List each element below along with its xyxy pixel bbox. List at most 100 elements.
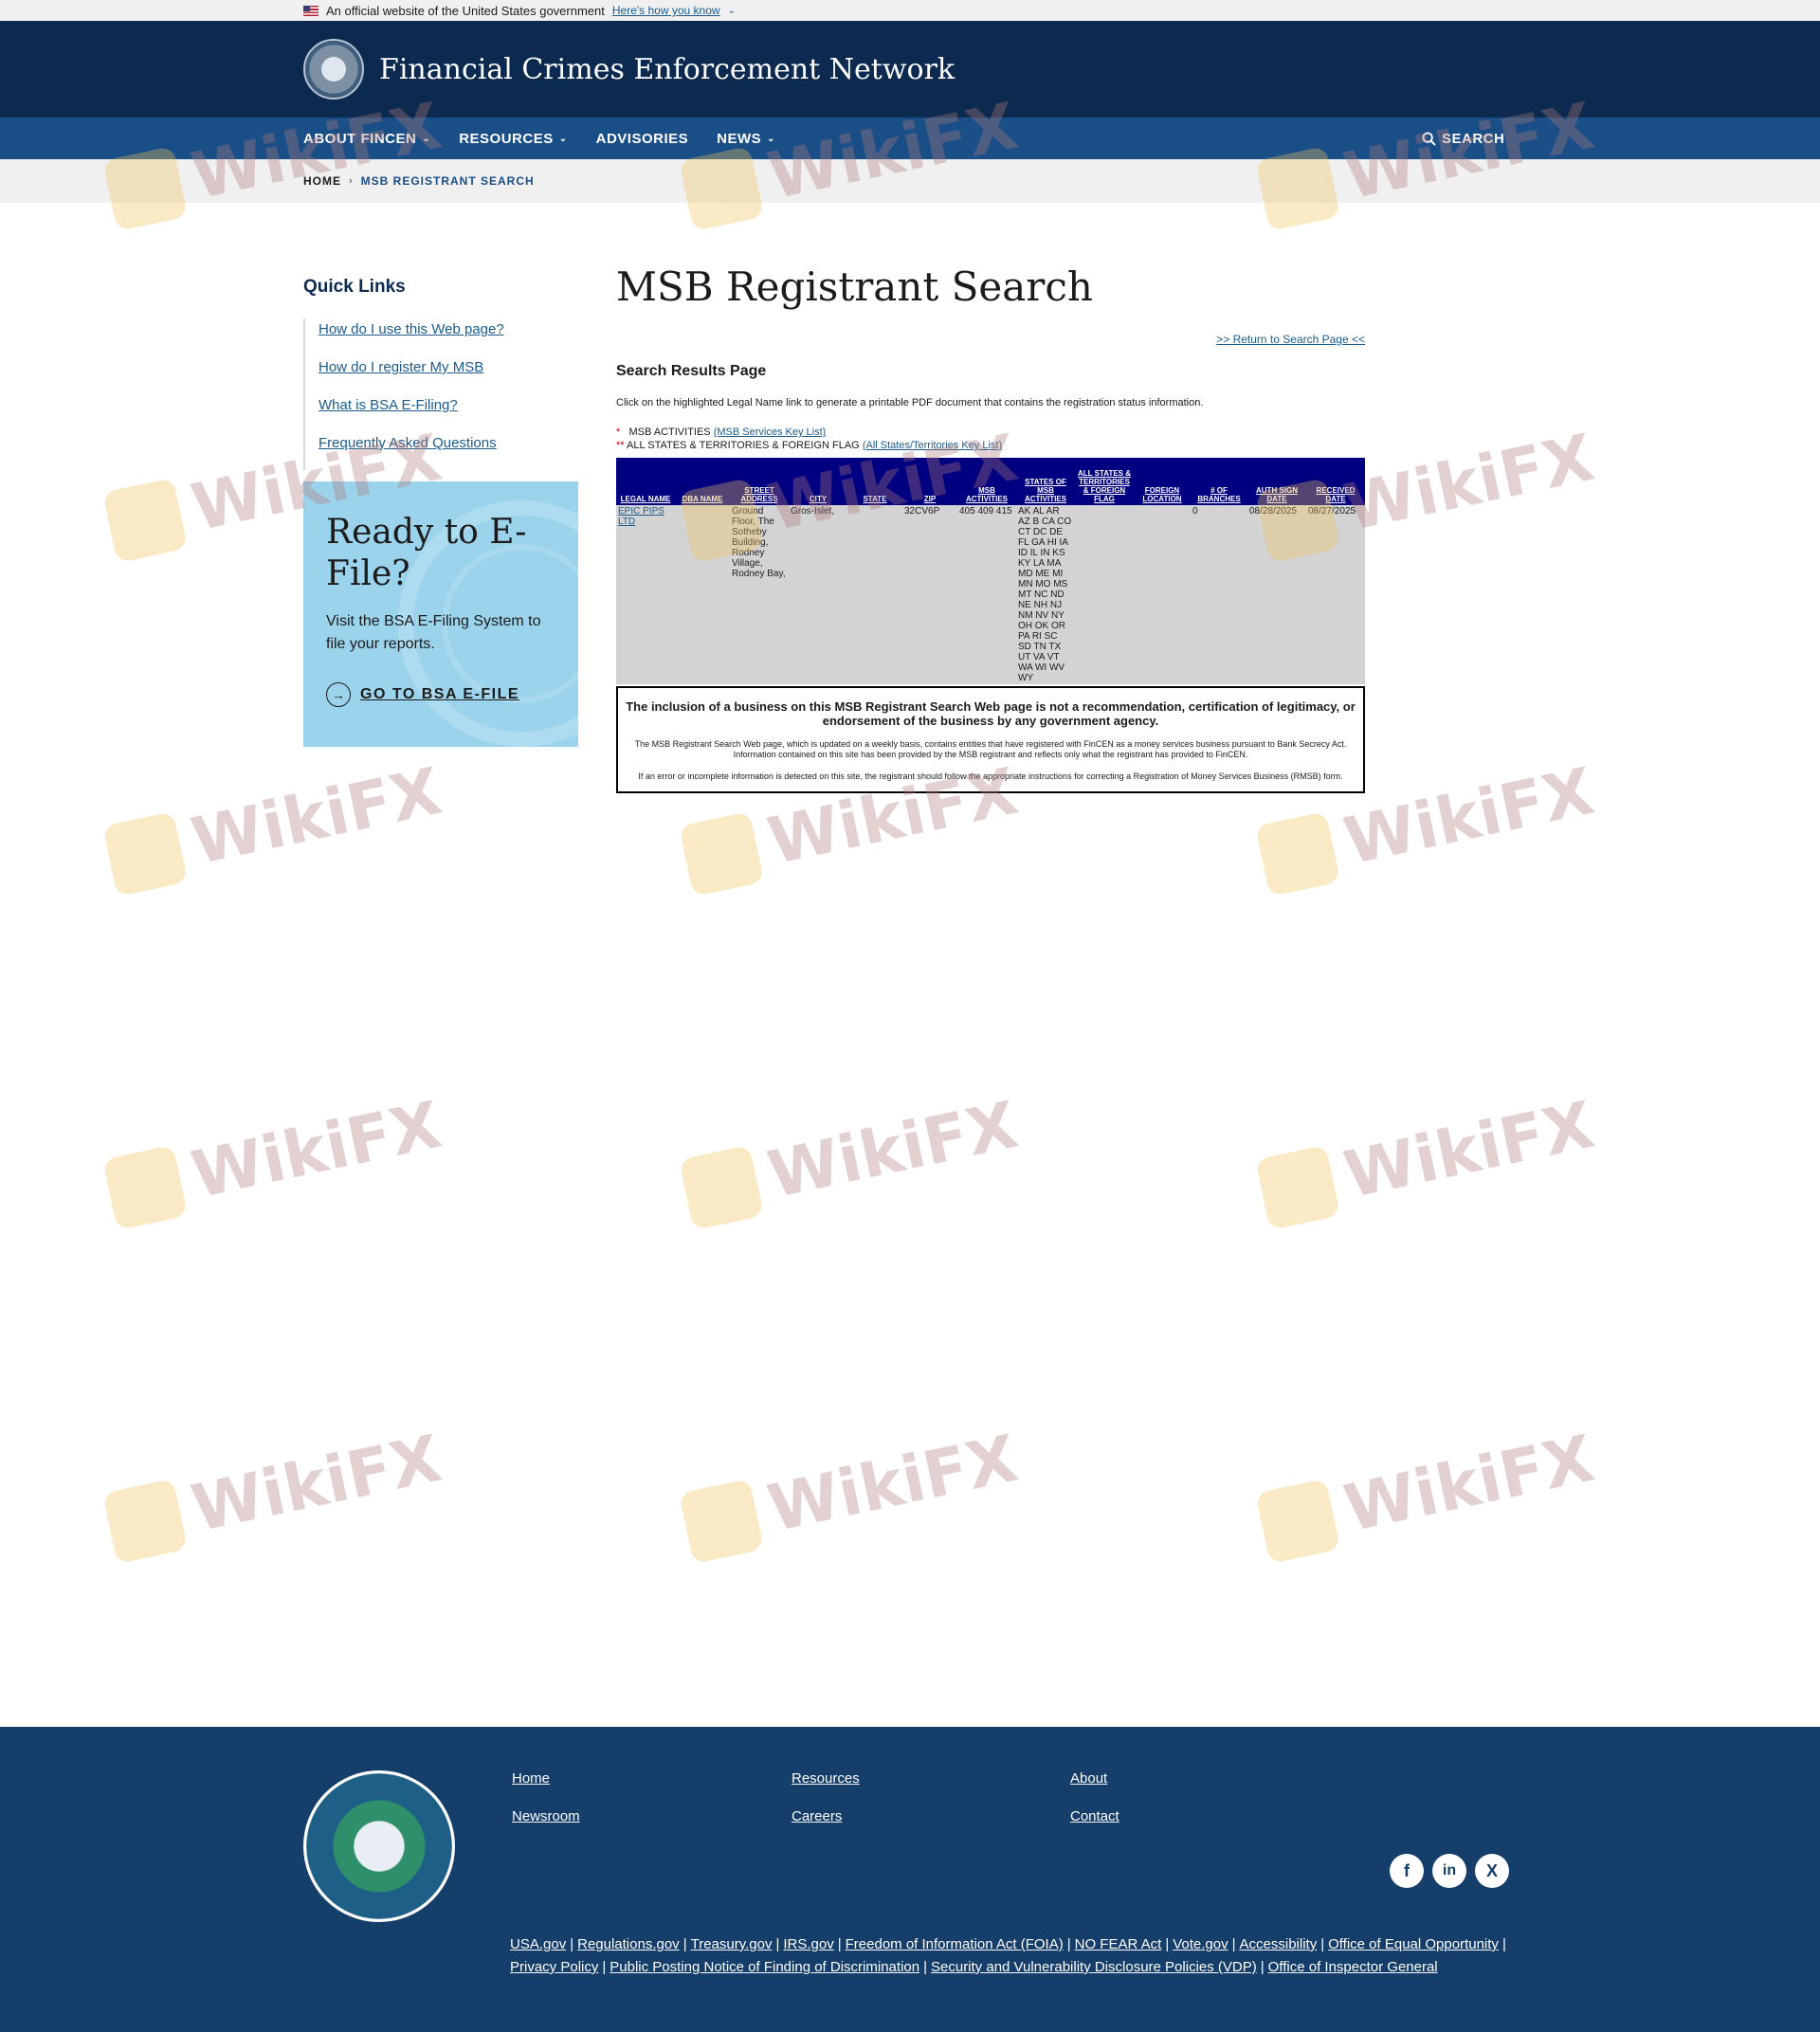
footer-link-irs-gov[interactable]: IRS.gov bbox=[783, 1936, 833, 1952]
facebook-icon[interactable]: f bbox=[1390, 1854, 1424, 1888]
quick-links-list: How do I use this Web page? How do I reg… bbox=[303, 318, 578, 470]
msb-services-key-link[interactable]: (MSB Services Key List) bbox=[714, 426, 827, 438]
x-twitter-icon[interactable]: X bbox=[1475, 1854, 1509, 1888]
official-gov-banner: An official website of the United States… bbox=[0, 0, 1820, 21]
quick-link-faq[interactable]: Frequently Asked Questions bbox=[318, 432, 578, 470]
footer-link-inspector-general[interactable]: Office of Inspector General bbox=[1268, 1959, 1438, 1975]
col-header-legal-name: LEGAL NAME bbox=[616, 458, 675, 505]
footer-link-foia[interactable]: Freedom of Information Act (FOIA) bbox=[846, 1936, 1064, 1952]
msb-activities-key: * MSB ACTIVITIES (MSB Services Key List) bbox=[616, 426, 1365, 439]
cell-received-date: 08/27/2025 bbox=[1306, 505, 1365, 684]
footer-link-newsroom[interactable]: Newsroom bbox=[512, 1808, 580, 1824]
return-to-search-link[interactable]: >> Return to Search Page << bbox=[616, 333, 1365, 346]
msb-activities-label: MSB ACTIVITIES bbox=[628, 426, 711, 438]
wikifx-logo-icon bbox=[678, 1478, 765, 1564]
results-title: Search Results Page bbox=[616, 363, 767, 379]
nav-news[interactable]: NEWS ⌄ bbox=[717, 131, 775, 147]
fincen-treasury-seal-logo[interactable] bbox=[303, 1770, 455, 1922]
footer-bottom-links: USA.gov | Regulations.gov | Treasury.gov | IRS… bbox=[510, 1936, 1506, 1975]
footer-link-regulations-gov[interactable]: Regulations.gov bbox=[577, 1936, 680, 1952]
footer-link-usa-gov[interactable]: USA.gov bbox=[510, 1936, 566, 1952]
nav-advisories[interactable]: ADVISORIES bbox=[596, 131, 689, 147]
wikifx-logo-icon bbox=[678, 810, 765, 897]
cell-states-of-activities: AK AL AR AZ B CA CO CT DC DE FL GA HI IA… bbox=[1016, 505, 1075, 684]
footer-link-home[interactable]: Home bbox=[512, 1770, 550, 1787]
table-header-row: LEGAL NAME DBA NAME STREET ADDRESS CITY … bbox=[616, 458, 1365, 505]
quick-link-bsa-efiling[interactable]: What is BSA E-Filing? bbox=[318, 394, 578, 432]
cell-dba-name bbox=[675, 505, 730, 684]
quick-link-use-page[interactable]: How do I use this Web page? bbox=[318, 318, 578, 356]
footer-link-careers[interactable]: Careers bbox=[792, 1808, 842, 1824]
footer-link-vote-gov[interactable]: Vote.gov bbox=[1173, 1936, 1228, 1952]
quick-links-sidebar: Quick Links How do I use this Web page? … bbox=[303, 277, 578, 747]
footer-link-resources[interactable]: Resources bbox=[792, 1770, 860, 1787]
footer-link-equal-opportunity[interactable]: Office of Equal Opportunity bbox=[1328, 1936, 1499, 1952]
wikifx-watermark: WikiFX bbox=[1254, 1422, 1600, 1565]
footer-link-vdp[interactable]: Security and Vulnerability Disclosure Po… bbox=[931, 1959, 1257, 1975]
breadcrumb: HOME › MSB REGISTRANT SEARCH bbox=[0, 159, 1820, 203]
all-states-key: ** ALL STATES & TERRITORIES & FOREIGN FL… bbox=[616, 439, 1365, 452]
wikifx-logo-icon bbox=[101, 810, 189, 897]
cell-legal-name: EPIC PIPS LTD bbox=[616, 505, 675, 684]
nav-about-fincen[interactable]: ABOUT FINCEN ⌄ bbox=[303, 131, 430, 147]
page-title: MSB Registrant Search bbox=[616, 263, 1093, 310]
footer-link-about[interactable]: About bbox=[1070, 1770, 1107, 1787]
site-footer: Home Newsroom Resources Careers About Co… bbox=[0, 1727, 1820, 2032]
cell-branches: 0 bbox=[1191, 505, 1247, 684]
site-header: Financial Crimes Enforcement Network bbox=[0, 21, 1820, 118]
cell-all-states-flag bbox=[1075, 505, 1134, 684]
search-icon bbox=[1422, 131, 1436, 146]
col-header-received-date: RECEIVED DATE bbox=[1306, 458, 1365, 505]
footer-link-no-fear-act[interactable]: NO FEAR Act bbox=[1075, 1936, 1162, 1952]
table-row: EPIC PIPS LTD Ground Floor, The Sotheby … bbox=[616, 505, 1365, 684]
watermark-text: WikiFX bbox=[1338, 1087, 1601, 1214]
breadcrumb-current[interactable]: MSB REGISTRANT SEARCH bbox=[361, 174, 535, 188]
efile-promo-box: Ready to E-File? Visit the BSA E-Filing … bbox=[303, 481, 578, 747]
breadcrumb-home[interactable]: HOME bbox=[303, 174, 341, 188]
site-title[interactable]: Financial Crimes Enforcement Network bbox=[379, 53, 955, 86]
watermark-text: WikiFX bbox=[185, 1421, 448, 1548]
arrow-right-icon: → bbox=[326, 682, 351, 707]
watermark-text: WikiFX bbox=[1338, 420, 1601, 547]
legal-name-pdf-link[interactable]: EPIC PIPS LTD bbox=[618, 506, 664, 527]
wikifx-watermark: WikiFX bbox=[101, 754, 447, 898]
fincen-seal-logo[interactable] bbox=[303, 39, 364, 100]
footer-link-contact[interactable]: Contact bbox=[1070, 1808, 1119, 1824]
col-header-msb-activities: MSB ACTIVITIES bbox=[957, 458, 1016, 505]
footer-link-treasury-gov[interactable]: Treasury.gov bbox=[691, 1936, 773, 1952]
search-button[interactable]: SEARCH bbox=[1422, 118, 1504, 159]
double-asterisk-marker: ** bbox=[616, 440, 625, 451]
cell-foreign-location bbox=[1134, 505, 1191, 684]
results-description: Click on the highlighted Legal Name link… bbox=[616, 397, 1204, 408]
wikifx-watermark: WikiFX bbox=[678, 1422, 1024, 1565]
chevron-down-icon[interactable]: ⌄ bbox=[728, 6, 736, 16]
cell-auth-sign-date: 08/28/2025 bbox=[1247, 505, 1306, 684]
us-flag-icon bbox=[303, 5, 318, 16]
heres-how-you-know-link[interactable]: Here's how you know bbox=[612, 4, 720, 17]
cell-zip: 32CV6P bbox=[902, 505, 957, 684]
nav-resources[interactable]: RESOURCES ⌄ bbox=[459, 131, 567, 147]
disclaimer-box: The inclusion of a business on this MSB … bbox=[616, 686, 1365, 793]
disclaimer-main: The inclusion of a business on this MSB … bbox=[626, 699, 1356, 728]
footer-link-privacy-policy[interactable]: Privacy Policy bbox=[510, 1959, 598, 1975]
search-label: SEARCH bbox=[1442, 130, 1505, 147]
wikifx-logo-icon bbox=[101, 1144, 189, 1230]
all-states-key-link[interactable]: (All States/Territories Key List) bbox=[863, 440, 1002, 451]
go-to-bsa-efile-button[interactable]: → GO TO BSA E-FILE bbox=[326, 682, 555, 707]
footer-link-accessibility[interactable]: Accessibility bbox=[1240, 1936, 1318, 1952]
col-header-branches: # OF BRANCHES bbox=[1191, 458, 1247, 505]
cell-street-address: Ground Floor, The Sotheby Building, Rodn… bbox=[730, 505, 789, 684]
wikifx-logo-icon bbox=[101, 477, 189, 563]
linkedin-icon[interactable]: in bbox=[1432, 1854, 1466, 1888]
watermark-text: WikiFX bbox=[185, 1087, 448, 1214]
wikifx-logo-icon bbox=[101, 1478, 189, 1564]
footer-link-discrimination-notice[interactable]: Public Posting Notice of Finding of Disc… bbox=[610, 1959, 919, 1975]
chevron-down-icon: ⌄ bbox=[422, 133, 431, 144]
chevron-right-icon: › bbox=[349, 175, 354, 187]
all-states-label: ALL STATES & TERRITORIES & FOREIGN FLAG bbox=[627, 440, 860, 451]
gov-banner-text: An official website of the United States… bbox=[326, 3, 605, 18]
cell-city: Gros-Islet, bbox=[789, 505, 847, 684]
col-header-street-address: STREET ADDRESS bbox=[730, 458, 789, 505]
quick-link-register-msb[interactable]: How do I register My MSB bbox=[318, 356, 578, 394]
cell-state bbox=[847, 505, 902, 684]
